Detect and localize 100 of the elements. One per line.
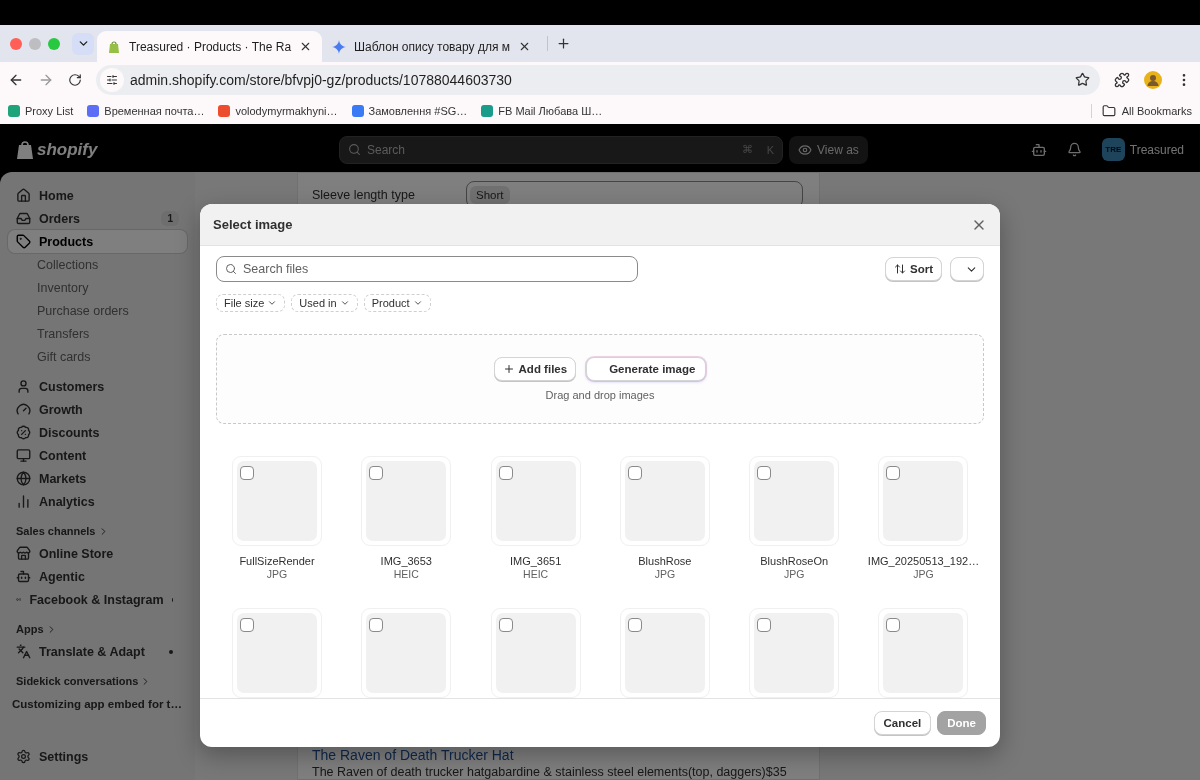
search-icon	[348, 143, 361, 156]
sort-button[interactable]: Sort	[885, 257, 942, 281]
file-thumbnail[interactable]	[232, 608, 322, 698]
checkbox[interactable]	[886, 618, 901, 632]
file-name: FullSizeRender	[239, 555, 315, 567]
nav-subitem[interactable]: Gift cards	[8, 345, 187, 368]
filter-pill[interactable]: File size	[216, 294, 286, 312]
section-heading[interactable]: Apps	[8, 618, 187, 640]
checkbox[interactable]	[886, 466, 901, 480]
chevron-down-icon	[412, 298, 423, 308]
product-link[interactable]: The Raven of Death Trucker Hat	[312, 747, 805, 763]
file-type: JPG	[913, 568, 934, 580]
percent-badge-icon	[16, 425, 31, 440]
dropzone[interactable]: Add files Generate image Drag and drop images	[216, 334, 984, 424]
filter-pill[interactable]: Product	[363, 294, 431, 312]
drop-hint: Drag and drop images	[545, 389, 655, 401]
filter-pill[interactable]: Used in	[291, 294, 358, 312]
store-name[interactable]: Treasured	[1129, 142, 1184, 157]
all-bookmarks-link[interactable]: All Bookmarks	[1121, 104, 1192, 117]
bookmark-link[interactable]: Временная почта…	[104, 104, 205, 117]
nav-item[interactable]: Discounts	[8, 421, 187, 444]
nav-item[interactable]: Translate & Adapt	[8, 640, 187, 663]
translate-icon	[16, 644, 31, 659]
nav-item[interactable]: Markets	[8, 467, 187, 490]
add-files-button[interactable]: Add files	[493, 357, 577, 381]
bookmark-link[interactable]: Proxy List	[25, 104, 74, 117]
shopping-bag-icon	[107, 39, 121, 54]
checkbox[interactable]	[240, 618, 254, 632]
checkbox[interactable]	[757, 618, 772, 632]
nav-subitem[interactable]: Inventory	[8, 276, 187, 299]
browser-tab[interactable]: Treasured · Products · The Ra	[97, 31, 323, 62]
address-bar[interactable]: admin.shopify.com/store/bfvpj0-gz/products/10788044603730	[96, 64, 1100, 95]
file-thumbnail[interactable]	[361, 608, 452, 698]
bookmark-link[interactable]: FB Mail Любава Ш…	[498, 104, 603, 117]
section-heading[interactable]: Sidekick conversations	[8, 670, 187, 692]
maximize-window-button[interactable]	[48, 37, 60, 50]
reload-icon[interactable]	[68, 72, 82, 87]
file-thumbnail[interactable]	[878, 456, 969, 546]
view-as-button[interactable]: View as	[789, 135, 868, 164]
bell-icon[interactable]	[1066, 142, 1082, 157]
tab-search-button[interactable]	[72, 32, 94, 55]
file-thumbnail[interactable]	[490, 608, 581, 698]
nav-item[interactable]: Products	[8, 230, 187, 253]
nav-item[interactable]: Facebook & Instagram	[8, 588, 187, 611]
globe-icon	[16, 471, 31, 486]
checkbox[interactable]	[757, 466, 772, 480]
tag-icon	[16, 234, 31, 249]
bot-icon[interactable]	[1030, 141, 1047, 158]
file-thumbnail[interactable]	[490, 456, 581, 546]
nav-item[interactable]: Growth	[8, 398, 187, 421]
file-type: JPG	[783, 568, 805, 580]
product-description: The Raven of death trucker hatgabardine & stainless steel elements(top, daggers)$35	[312, 765, 788, 779]
nav-item[interactable]: Customers	[8, 375, 187, 398]
close-window-button[interactable]	[10, 37, 22, 50]
file-name: BlushRoseOn	[760, 555, 829, 567]
checkbox[interactable]	[369, 618, 384, 632]
checkbox[interactable]	[240, 466, 254, 480]
search-field[interactable]: Search files	[216, 256, 638, 282]
nav-item[interactable]: Analytics	[8, 490, 187, 513]
folder-icon	[1101, 103, 1116, 118]
nav-item[interactable]: Agentic	[8, 565, 187, 588]
generate-image-button[interactable]: Generate image	[586, 357, 707, 381]
nav-subitem[interactable]: Transfers	[8, 322, 187, 345]
storefront-icon	[16, 546, 31, 561]
search-icon	[225, 263, 237, 275]
gauge-icon	[16, 402, 31, 417]
site-settings-icon[interactable]	[100, 67, 124, 92]
nav-item[interactable]: Online Store	[8, 542, 187, 565]
bookmark-link[interactable]: Замовлення #SG…	[368, 104, 468, 117]
file-thumbnail[interactable]	[878, 608, 969, 698]
nav-subitem[interactable]: Purchase orders	[8, 299, 187, 322]
field-label: Sleeve length type	[312, 187, 416, 202]
bookmark-link[interactable]: volodymyrmakhyni…	[235, 104, 338, 117]
avatar-icon[interactable]	[1144, 70, 1162, 89]
plus-icon	[502, 363, 515, 375]
star-icon[interactable]	[1075, 72, 1090, 87]
section-heading[interactable]: Sales channels	[8, 520, 187, 542]
file-thumbnail[interactable]	[361, 456, 452, 546]
nav-item[interactable]: Home	[8, 184, 187, 207]
footer-button[interactable]: Cancel	[873, 711, 932, 735]
nav-subitem[interactable]: Collections	[8, 253, 187, 276]
inbox-icon	[16, 211, 31, 226]
nav-item[interactable]: Content	[8, 444, 187, 467]
nav-item[interactable]: Orders 1	[8, 207, 187, 230]
file-thumbnail[interactable]	[749, 456, 840, 546]
file-thumbnail[interactable]	[619, 608, 710, 698]
puzzle-icon[interactable]	[1114, 71, 1130, 88]
tab-title: Treasured · Products · The Ra	[129, 39, 292, 54]
conversation-link[interactable]: Customizing app embed for t…	[8, 692, 186, 716]
file-thumbnail[interactable]	[749, 608, 840, 698]
tab-title: Шаблон опису товару для м	[354, 39, 510, 54]
close-button[interactable]	[518, 40, 531, 53]
file-thumbnail[interactable]	[619, 456, 710, 546]
chevron-down-icon	[267, 298, 278, 308]
checkbox[interactable]	[369, 466, 384, 480]
settings-item[interactable]: Settings	[8, 745, 187, 768]
file-type: JPG	[266, 568, 288, 580]
browser-tab[interactable]: Шаблон опису товару для м	[322, 31, 541, 62]
file-thumbnail[interactable]	[232, 456, 322, 546]
new-tab-icon[interactable]	[547, 36, 571, 51]
